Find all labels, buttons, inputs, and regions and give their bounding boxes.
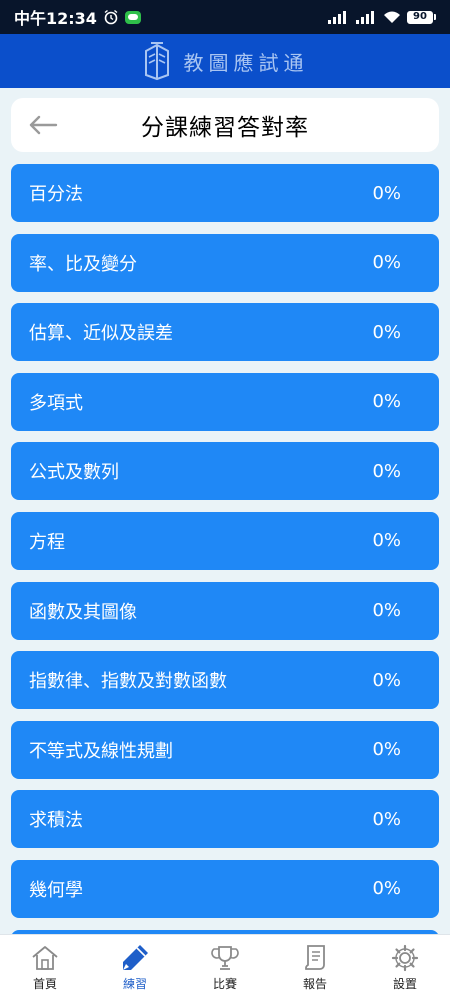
status-right: 90 — [327, 10, 436, 24]
battery-tip — [434, 14, 436, 20]
lesson-row-polynomials[interactable]: 多項式 0% — [11, 372, 439, 431]
lesson-row-mensuration[interactable]: 求積法 0% — [11, 790, 439, 849]
wechat-icon — [124, 10, 141, 24]
lesson-name: 多項式 — [29, 392, 83, 414]
lesson-name: 指數律、指數及對數函數 — [29, 671, 227, 693]
signal-icon-2 — [356, 11, 374, 24]
lesson-row-estimation[interactable]: 估算、近似及誤差 0% — [11, 303, 439, 362]
lesson-row-inequalities[interactable]: 不等式及線性規劃 0% — [11, 720, 439, 779]
bottom-nav: 首頁 練習 比賽 報告 設置 — [0, 934, 450, 1000]
home-icon — [32, 946, 58, 970]
lesson-rate: 0% — [372, 321, 401, 343]
nav-report[interactable]: 報告 — [270, 935, 360, 1000]
lesson-row-functions-graphs[interactable]: 函數及其圖像 0% — [11, 581, 439, 640]
lesson-name: 不等式及線性規劃 — [29, 740, 173, 762]
battery-icon: 90 — [407, 10, 436, 24]
nav-label: 比賽 — [212, 977, 237, 991]
back-arrow-icon — [29, 115, 58, 135]
lesson-rate: 0% — [372, 182, 401, 204]
lesson-row-exponents-logarithms[interactable]: 指數律、指數及對數函數 0% — [11, 651, 439, 710]
alarm-icon — [104, 9, 118, 25]
lesson-row-rates-ratios[interactable]: 率、比及變分 0% — [11, 233, 439, 292]
lesson-rate: 0% — [372, 530, 401, 552]
lesson-name: 公式及數列 — [29, 462, 119, 484]
lesson-row-geometry[interactable]: 幾何學 0% — [11, 859, 439, 918]
trophy-icon — [211, 946, 239, 970]
lesson-rate: 0% — [372, 391, 401, 413]
nav-label: 設置 — [392, 977, 417, 991]
nav-practice[interactable]: 練習 — [90, 935, 180, 1000]
status-bar: 中午12:34 90 — [0, 0, 450, 34]
nav-competition[interactable]: 比賽 — [180, 935, 270, 1000]
back-button[interactable] — [23, 106, 63, 144]
lesson-rate: 0% — [372, 669, 401, 691]
lesson-rate: 0% — [372, 600, 401, 622]
nav-label: 練習 — [122, 977, 147, 991]
title-card: 分課練習答對率 — [11, 98, 439, 152]
lesson-row-equations[interactable]: 方程 0% — [11, 511, 439, 570]
lesson-name: 估算、近似及誤差 — [29, 323, 173, 345]
battery-level: 90 — [407, 10, 433, 24]
lesson-name: 求積法 — [29, 810, 83, 832]
lesson-name: 幾何學 — [29, 879, 83, 901]
lesson-rate: 0% — [372, 252, 401, 274]
lesson-name: 方程 — [29, 531, 65, 553]
lesson-rate: 0% — [372, 878, 401, 900]
lesson-row-formulas-sequences[interactable]: 公式及數列 0% — [11, 442, 439, 501]
nav-label: 首頁 — [32, 977, 57, 991]
book-logo-icon — [144, 42, 169, 81]
nav-home[interactable]: 首頁 — [0, 935, 90, 1000]
lesson-rate: 0% — [372, 808, 401, 830]
page-title: 分課練習答對率 — [141, 115, 309, 141]
nav-settings[interactable]: 設置 — [360, 935, 450, 1000]
app-title: 教圖應試通 — [183, 50, 309, 75]
lesson-name: 百分法 — [29, 184, 83, 205]
status-time: 中午12:34 — [14, 9, 97, 28]
wifi-icon — [384, 11, 400, 23]
app-header: 教圖應試通 — [0, 34, 450, 88]
nav-label: 報告 — [302, 977, 327, 991]
lesson-name: 率、比及變分 — [29, 253, 137, 275]
lesson-rate: 0% — [372, 460, 401, 482]
lesson-row-percentages[interactable]: 百分法 0% — [11, 164, 439, 222]
scroll-icon — [305, 945, 325, 970]
signal-icon — [328, 11, 346, 24]
status-left: 中午12:34 — [14, 5, 141, 29]
lesson-name: 函數及其圖像 — [29, 601, 137, 623]
pencil-icon — [123, 945, 148, 970]
lesson-list[interactable]: 百分法 0% 率、比及變分 0% 估算、近似及誤差 0% 多項式 0% 公式及數… — [11, 164, 439, 934]
lesson-rate: 0% — [372, 739, 401, 761]
gear-icon — [391, 944, 419, 972]
